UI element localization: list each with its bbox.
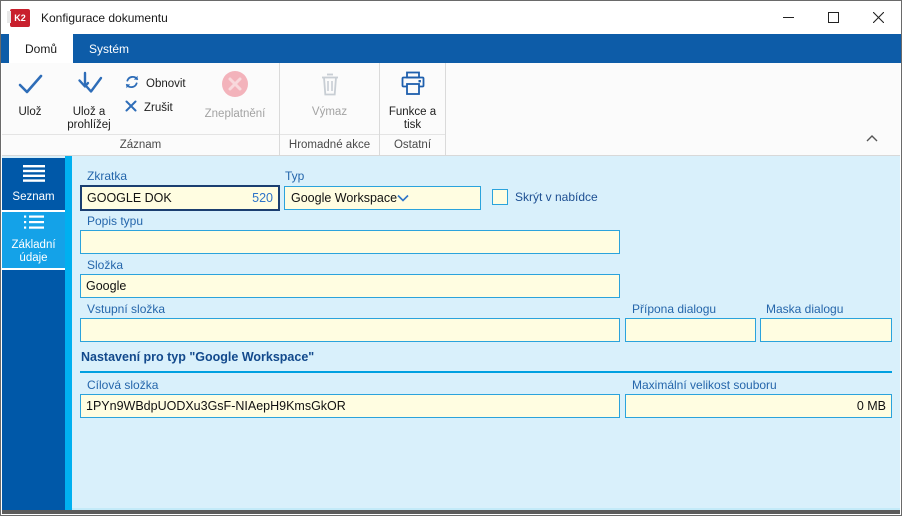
skryt-v-nabidce-checkbox[interactable]	[492, 189, 508, 205]
zkratka-label: Zkratka	[87, 169, 128, 183]
invalidate-label: Zneplatnění	[204, 108, 266, 120]
typ-value: Google Workspace	[291, 191, 398, 205]
download-check-icon	[74, 70, 104, 103]
hamburger-icon	[22, 164, 46, 186]
printer-icon	[398, 70, 428, 103]
window-bottom-edge	[2, 510, 900, 514]
ribbon: Ulož Ulož a prohlížej Obnovit Zrušit Zne…	[2, 63, 900, 156]
slozka-label: Složka	[87, 258, 124, 272]
window-controls	[766, 1, 901, 34]
pripona-dialogu-input[interactable]	[625, 318, 756, 342]
circle-x-icon	[220, 70, 250, 105]
skryt-v-nabidce-label: Skrýt v nabídce	[515, 190, 598, 204]
zkratka-value: GOOGLE DOK	[87, 191, 172, 205]
section-title: Nastavení pro typ "Google Workspace"	[81, 350, 315, 364]
popis-typu-label: Popis typu	[87, 214, 144, 228]
popis-typu-input[interactable]	[80, 230, 620, 254]
tab-system[interactable]: Systém	[73, 34, 145, 63]
vstupni-slozka-input[interactable]	[80, 318, 620, 342]
app-window: K2 Konfigurace dokumentu Domů Systém Ulo…	[0, 0, 902, 516]
vstupni-slozka-label: Vstupní složka	[87, 302, 166, 316]
ribbon-group-hromadne-akce: Výmaz Hromadné akce	[280, 63, 380, 155]
tab-domu[interactable]: Domů	[9, 34, 74, 63]
save-label: Ulož	[18, 106, 42, 118]
ribbon-group-zaznam: Ulož Ulož a prohlížej Obnovit Zrušit Zne…	[2, 63, 280, 155]
save-and-view-button[interactable]: Ulož a prohlížej	[58, 68, 120, 132]
refresh-icon	[124, 74, 140, 93]
maska-dialogu-label: Maska dialogu	[766, 302, 844, 316]
typ-label: Typ	[285, 169, 305, 183]
zkratka-number: 520	[252, 191, 273, 205]
typ-combobox[interactable]: Google Workspace	[284, 186, 481, 210]
maximalni-velikost-label: Maximální velikost souboru	[632, 378, 777, 392]
sidebar-item-label: Seznam	[12, 190, 55, 203]
group-label-zaznam: Záznam	[2, 134, 279, 155]
invalidate-button: Zneplatnění	[196, 68, 274, 121]
delete-button: Výmaz	[295, 68, 365, 119]
functions-print-button[interactable]: Funkce a tisk	[382, 68, 444, 132]
save-button[interactable]: Ulož	[2, 68, 58, 119]
section-divider	[80, 371, 892, 373]
title-bar: K2 Konfigurace dokumentu	[1, 1, 901, 34]
minimize-button[interactable]	[766, 1, 811, 34]
zkratka-input[interactable]: GOOGLE DOK 520	[80, 185, 280, 211]
form-content: Zkratka GOOGLE DOK 520 Typ Google Worksp…	[73, 156, 900, 508]
refresh-label: Obnovit	[146, 77, 186, 90]
functions-print-label: Funkce a tisk	[388, 106, 437, 131]
cancel-label: Zrušit	[144, 101, 173, 114]
maximize-button[interactable]	[811, 1, 856, 34]
cilova-slozka-label: Cílová složka	[87, 378, 159, 392]
sidebar-divider	[2, 268, 65, 270]
save-and-view-label: Ulož a prohlížej	[67, 106, 111, 131]
x-icon	[124, 99, 138, 116]
slozka-input[interactable]	[80, 274, 620, 298]
collapse-ribbon-button[interactable]	[866, 129, 878, 147]
ribbon-group-ostatni: Funkce a tisk Ostatní	[380, 63, 446, 155]
sidebar-item-label: Základní údaje	[11, 239, 56, 264]
chevron-down-icon	[397, 191, 409, 205]
ribbon-tab-band: Domů Systém	[1, 34, 901, 63]
group-label-hromadne-akce: Hromadné akce	[280, 134, 379, 155]
refresh-button[interactable]: Obnovit	[124, 74, 196, 93]
trash-icon	[317, 70, 343, 103]
cilova-slozka-input[interactable]	[80, 394, 620, 418]
pripona-dialogu-label: Přípona dialogu	[632, 302, 717, 316]
sidebar-item-zakladni-udaje[interactable]: Základní údaje	[2, 212, 65, 268]
main-area: Seznam Základní údaje Zkratka GOOGLE DOK…	[2, 156, 900, 514]
maska-dialogu-input[interactable]	[760, 318, 892, 342]
window-title: Konfigurace dokumentu	[41, 10, 168, 25]
delete-label: Výmaz	[311, 106, 348, 118]
cancel-button[interactable]: Zrušit	[124, 99, 196, 116]
maximalni-velikost-input[interactable]	[625, 394, 892, 418]
detail-list-icon	[22, 215, 46, 234]
sidebar-item-seznam[interactable]: Seznam	[2, 158, 65, 210]
app-logo-icon: K2	[7, 8, 30, 27]
check-icon	[15, 70, 45, 103]
group-label-ostatni: Ostatní	[380, 134, 445, 155]
accent-strip	[65, 156, 72, 510]
sidebar: Seznam Základní údaje	[2, 158, 65, 510]
close-button[interactable]	[856, 1, 901, 34]
